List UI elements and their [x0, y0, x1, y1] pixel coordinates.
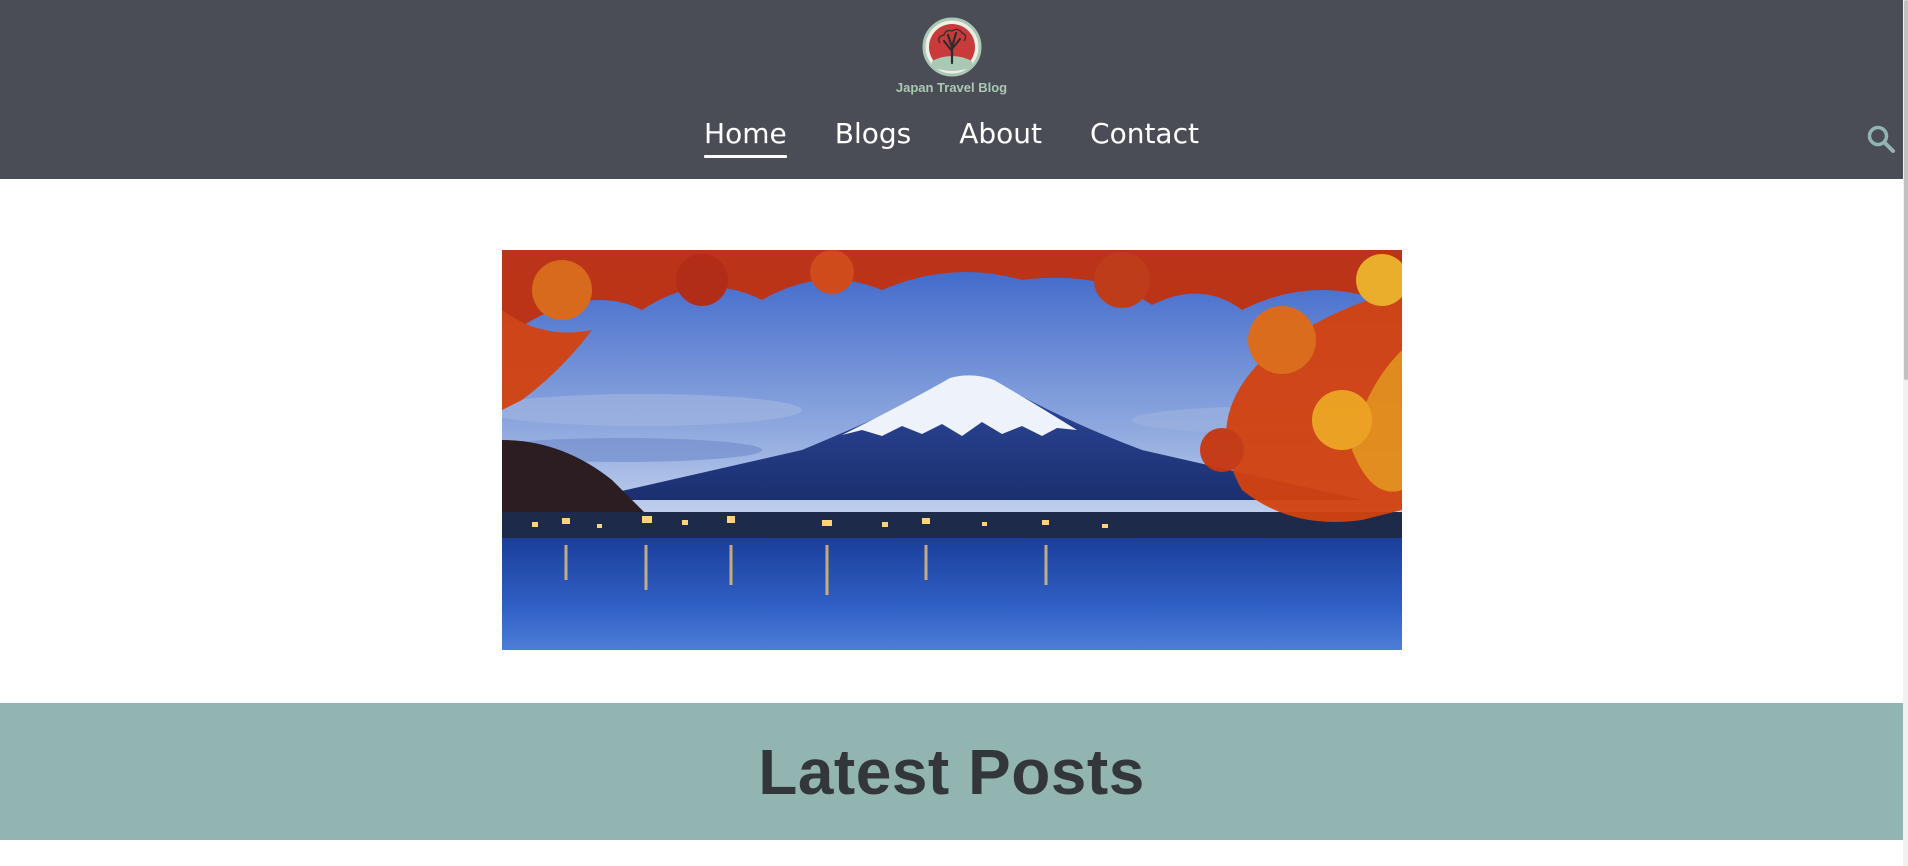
- mount-fuji-autumn-lake-image: [502, 250, 1402, 650]
- site-header: Japan Travel Blog Home Blogs About Conta…: [0, 0, 1903, 179]
- main-nav: Home Blogs About Contact: [0, 117, 1903, 158]
- latest-posts-section: Latest Posts: [0, 703, 1903, 840]
- nav-item-blogs[interactable]: Blogs: [835, 117, 911, 156]
- page: Japan Travel Blog Home Blogs About Conta…: [0, 0, 1908, 866]
- search-button[interactable]: [1866, 124, 1896, 154]
- nav-item-contact[interactable]: Contact: [1090, 117, 1199, 156]
- japan-tree-logo-icon: [922, 17, 982, 77]
- nav-item-home[interactable]: Home: [704, 117, 787, 158]
- hero-image: [502, 250, 1402, 650]
- site-logo[interactable]: [922, 17, 982, 77]
- brand-name: Japan Travel Blog: [895, 80, 1008, 95]
- page-scrollbar[interactable]: [1903, 0, 1908, 866]
- nav-item-about[interactable]: About: [959, 117, 1042, 156]
- latest-posts-heading: Latest Posts: [758, 735, 1145, 808]
- search-icon: [1867, 125, 1895, 153]
- scrollbar-thumb[interactable]: [1904, 0, 1908, 380]
